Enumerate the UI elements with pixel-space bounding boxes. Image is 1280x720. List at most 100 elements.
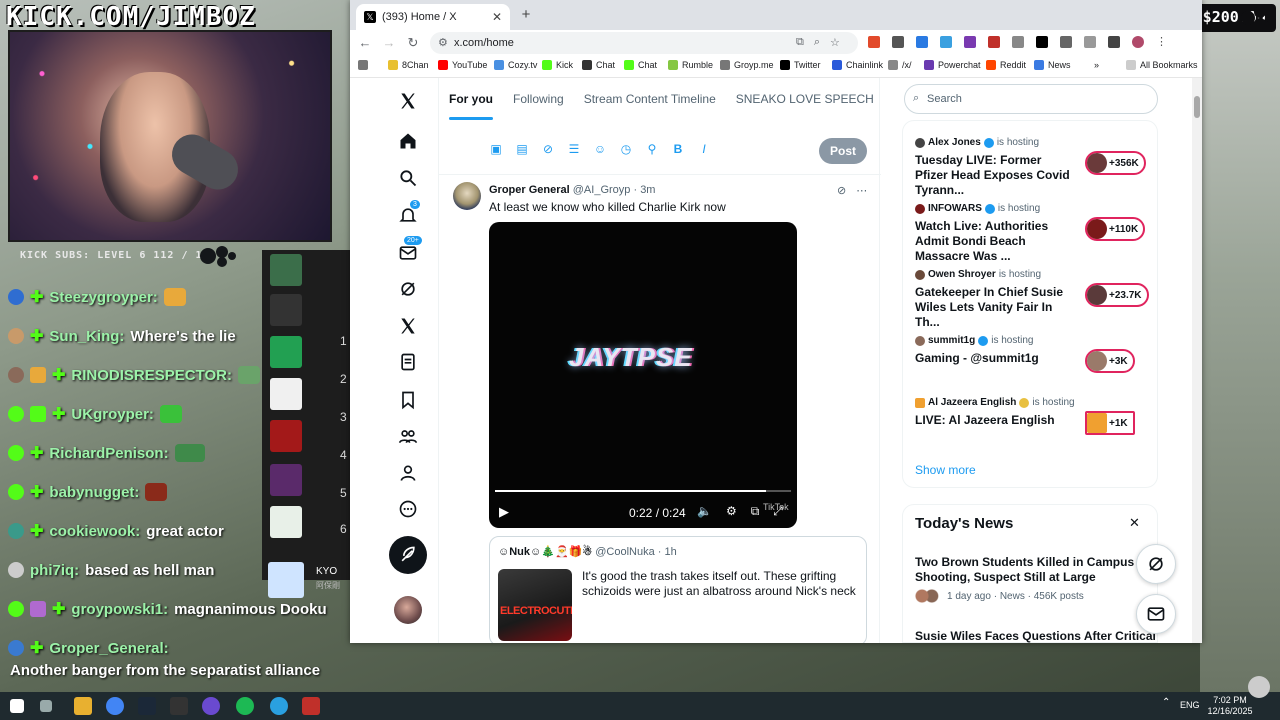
x-extension-icon[interactable]: [1036, 36, 1048, 48]
grok-compose-icon[interactable]: ⊘: [541, 142, 555, 156]
spotify-icon[interactable]: [236, 697, 254, 715]
extension-icon[interactable]: [940, 36, 952, 48]
system-clock[interactable]: 7:02 PM 12/16/2025: [1204, 695, 1256, 717]
italic-icon[interactable]: I: [697, 142, 711, 156]
address-bar[interactable]: ⚙ x.com/home: [430, 32, 858, 54]
communities-icon[interactable]: [386, 419, 430, 453]
bookmark-star-icon[interactable]: ☆: [830, 36, 840, 49]
grok-explain-icon[interactable]: ⊘: [837, 184, 846, 197]
zoom-icon[interactable]: ⌕: [814, 36, 820, 49]
file-explorer-icon[interactable]: [74, 697, 92, 715]
extension-icon[interactable]: [892, 36, 904, 48]
volume-icon[interactable]: 🔈: [697, 504, 712, 519]
emoji-icon[interactable]: ☺: [593, 142, 607, 156]
live-item[interactable]: Al Jazeera English is hosting LIVE: Al Ja…: [915, 397, 1149, 457]
bookmark-chainlink[interactable]: Chainlink: [832, 60, 883, 70]
live-item[interactable]: INFOWARS is hosting Watch Live: Authoriti…: [915, 203, 1149, 263]
page-scrollbar[interactable]: [1192, 78, 1202, 643]
more-dots-icon[interactable]: ⋯: [856, 184, 867, 197]
close-icon[interactable]: ✕: [1129, 515, 1140, 531]
image-icon[interactable]: ▣: [489, 142, 503, 156]
media-icon[interactable]: [1108, 36, 1120, 48]
tab-stream-content-timeline[interactable]: Stream Content Timeline: [574, 78, 726, 120]
play-icon[interactable]: ▶: [499, 504, 509, 520]
notifications-bell-icon[interactable]: 3: [386, 198, 430, 232]
extension-icon[interactable]: [916, 36, 928, 48]
news-headline[interactable]: Susie Wiles Faces Questions After Critic…: [915, 629, 1156, 643]
bookmark-groypme[interactable]: Groyp.me: [720, 60, 774, 70]
forward-icon[interactable]: →: [380, 34, 398, 52]
bookmark-twitter[interactable]: Twitter: [780, 60, 821, 70]
settings-gear-icon[interactable]: ⚙: [726, 504, 737, 519]
live-item[interactable]: Owen Shroyer is hosting Gatekeeper In Chi…: [915, 269, 1149, 329]
location-icon[interactable]: ⚲: [645, 142, 659, 156]
bookmark-youtube[interactable]: YouTube: [438, 60, 487, 70]
messages-mail-icon[interactable]: 20+: [386, 236, 430, 270]
tab-x-home[interactable]: 𝕏 (393) Home / X ✕: [356, 4, 510, 30]
extension-icon[interactable]: [964, 36, 976, 48]
bookmark-news[interactable]: News: [1034, 60, 1071, 70]
pip-icon[interactable]: ⧉: [751, 504, 760, 519]
video-progress-bar[interactable]: [495, 490, 791, 492]
bookmark-x-board[interactable]: /x/: [888, 60, 912, 70]
post-button[interactable]: Post: [819, 138, 867, 164]
install-icon[interactable]: ⧉: [796, 36, 804, 49]
news-headline[interactable]: Two Brown Students Killed in Campus Shoo…: [915, 555, 1145, 585]
live-viewers-pill[interactable]: +23.7K: [1085, 283, 1149, 307]
compose-post-button[interactable]: [389, 536, 427, 574]
language-indicator[interactable]: ENG: [1180, 700, 1200, 710]
tab-following[interactable]: Following: [503, 78, 574, 120]
app-icon[interactable]: [302, 697, 320, 715]
grok-float-button[interactable]: [1136, 544, 1176, 584]
tweet[interactable]: Groper General @AI_Groyp · 3m ⊘ ⋯ At lea…: [439, 174, 881, 643]
bookmark-powerchat[interactable]: Powerchat: [924, 60, 981, 70]
live-viewers-pill[interactable]: +356K: [1085, 151, 1146, 175]
quoted-tweet[interactable]: ☺Nuk☺🎄🎅🎁☃ @CoolNuka · 1h ELECTROCUTED It…: [489, 536, 867, 643]
more-circle-icon[interactable]: [386, 492, 430, 526]
tweet-author-avatar[interactable]: [453, 182, 481, 210]
tray-chevron-icon[interactable]: ⌃: [1162, 697, 1180, 715]
live-viewers-pill[interactable]: +110K: [1085, 217, 1146, 241]
explore-search-icon[interactable]: [386, 161, 430, 195]
menu-kebab-icon[interactable]: ⋮: [1156, 36, 1168, 48]
apps-grid-icon[interactable]: [358, 60, 368, 70]
x-logo-icon[interactable]: [386, 84, 430, 118]
poll-icon[interactable]: ☰: [567, 142, 581, 156]
tweet-author-handle[interactable]: @AI_Groyp: [573, 184, 631, 196]
grok-icon[interactable]: [386, 272, 430, 306]
app-icon[interactable]: [170, 697, 188, 715]
gif-icon[interactable]: ▤: [515, 142, 529, 156]
extension-icon[interactable]: [868, 36, 880, 48]
grammarly-icon[interactable]: [1248, 676, 1270, 698]
sidepanel-icon[interactable]: [1084, 36, 1096, 48]
extensions-puzzle-icon[interactable]: [1060, 36, 1072, 48]
tab-sneako-love-speech[interactable]: SNEAKO LOVE SPEECH: [726, 78, 884, 120]
profile-icon[interactable]: [1132, 36, 1144, 48]
account-avatar[interactable]: [394, 596, 422, 624]
messages-float-button[interactable]: [1136, 594, 1176, 634]
back-icon[interactable]: ←: [356, 34, 374, 52]
bookmark-8chan[interactable]: 8Chan: [388, 60, 429, 70]
bookmark-cozytv[interactable]: Cozy.tv: [494, 60, 537, 70]
live-viewers-pill[interactable]: +3K: [1085, 349, 1135, 373]
tweet-author-name[interactable]: Groper General: [489, 184, 570, 196]
tab-for-you[interactable]: For you: [439, 78, 503, 120]
bookmark-rumble[interactable]: Rumble: [668, 60, 713, 70]
quoted-video-thumbnail[interactable]: ELECTROCUTED: [498, 569, 572, 641]
task-view-icon[interactable]: [40, 700, 52, 712]
scrollbar-thumb[interactable]: [1194, 96, 1200, 118]
live-viewers-pill[interactable]: +1K: [1085, 411, 1135, 435]
show-more-link[interactable]: Show more: [915, 463, 976, 477]
tab-close-icon[interactable]: ✕: [492, 10, 502, 24]
home-icon[interactable]: [386, 124, 430, 158]
start-windows-icon[interactable]: [10, 699, 24, 713]
extension-icon[interactable]: [1012, 36, 1024, 48]
extension-icon[interactable]: [988, 36, 1000, 48]
chrome-icon[interactable]: [106, 697, 124, 715]
steam-icon[interactable]: [138, 697, 156, 715]
bookmarks-icon[interactable]: [386, 383, 430, 417]
premium-x-icon[interactable]: [386, 309, 430, 343]
lists-icon[interactable]: [386, 345, 430, 379]
more-bookmarks-icon[interactable]: »: [1094, 60, 1099, 70]
bold-icon[interactable]: B: [671, 142, 685, 156]
